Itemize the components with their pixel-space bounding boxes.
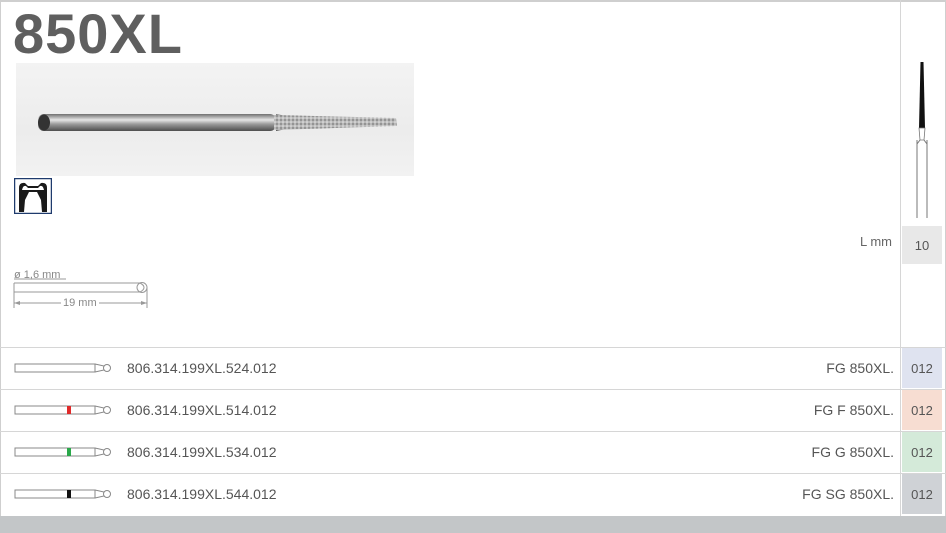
table-row[interactable]: 806.314.199XL.524.012 FG 850XL. 012 — [0, 347, 946, 389]
bur-shank-icon — [14, 361, 114, 375]
table-row[interactable]: 806.314.199XL.514.012 FG F 850XL. 012 — [0, 389, 946, 431]
tooth-crown-icon — [13, 177, 53, 215]
bur-profile-icon — [906, 58, 938, 222]
fg-designation: FG 850XL. — [826, 360, 894, 376]
footer-bar — [0, 516, 946, 533]
bur-shank-icon — [14, 403, 114, 417]
bur-shank-icon — [14, 487, 114, 501]
table-row[interactable]: 806.314.199XL.534.012 FG G 850XL. 012 — [0, 431, 946, 473]
length-dimension-label: 19 mm — [61, 297, 99, 309]
package-size: 012 — [902, 348, 942, 388]
fg-designation: FG G 850XL. — [811, 444, 894, 460]
fg-designation: FG SG 850XL. — [802, 486, 894, 502]
product-title: 850XL — [13, 2, 183, 65]
article-code: 806.314.199XL.514.012 — [127, 402, 277, 418]
length-label: L mm — [859, 234, 892, 249]
package-size: 012 — [902, 390, 942, 430]
bur-shank-icon — [14, 445, 114, 459]
package-size: 012 — [902, 432, 942, 472]
diameter-label: ø 1,6 mm — [14, 269, 61, 281]
table-row[interactable]: 806.314.199XL.544.012 FG SG 850XL. 012 — [0, 473, 946, 515]
length-value: 10 — [902, 226, 942, 264]
article-code: 806.314.199XL.524.012 — [127, 360, 277, 376]
article-code: 806.314.199XL.544.012 — [127, 486, 277, 502]
package-size: 012 — [902, 474, 942, 514]
fg-designation: FG F 850XL. — [813, 402, 894, 418]
diamond-bur-photo — [16, 63, 414, 176]
article-code: 806.314.199XL.534.012 — [127, 444, 277, 460]
